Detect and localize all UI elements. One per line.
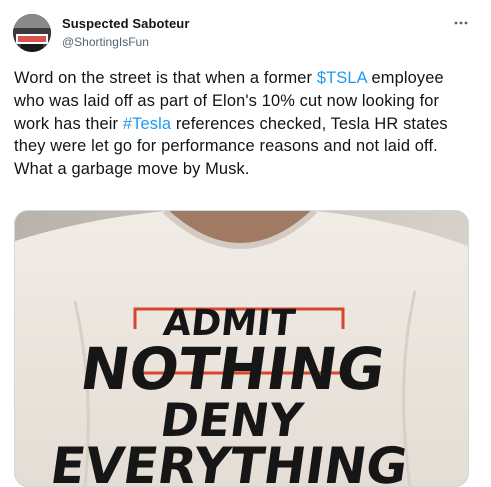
hashtag-link[interactable]: #Tesla <box>123 115 171 133</box>
avatar-image <box>13 14 51 52</box>
author-handle[interactable]: @ShortingIsFun <box>62 35 149 49</box>
author-display-name[interactable]: Suspected Saboteur <box>62 16 190 31</box>
author-avatar[interactable] <box>13 14 51 52</box>
tweet-text: Word on the street is that when a former… <box>14 67 474 181</box>
tweet-text-part: Word on the street is that when a former <box>14 69 317 87</box>
shirt-photo: ADMIT NOTHING DENY EVERYTHING <box>15 211 468 486</box>
shirt-text-line-4: EVERYTHING <box>47 436 412 486</box>
more-options-icon[interactable] <box>451 13 471 33</box>
tweet-media-photo[interactable]: ADMIT NOTHING DENY EVERYTHING <box>14 210 469 487</box>
tweet[interactable]: Suspected Saboteur @ShortingIsFun Word o… <box>0 0 491 487</box>
cashtag-link[interactable]: $TSLA <box>317 69 367 87</box>
